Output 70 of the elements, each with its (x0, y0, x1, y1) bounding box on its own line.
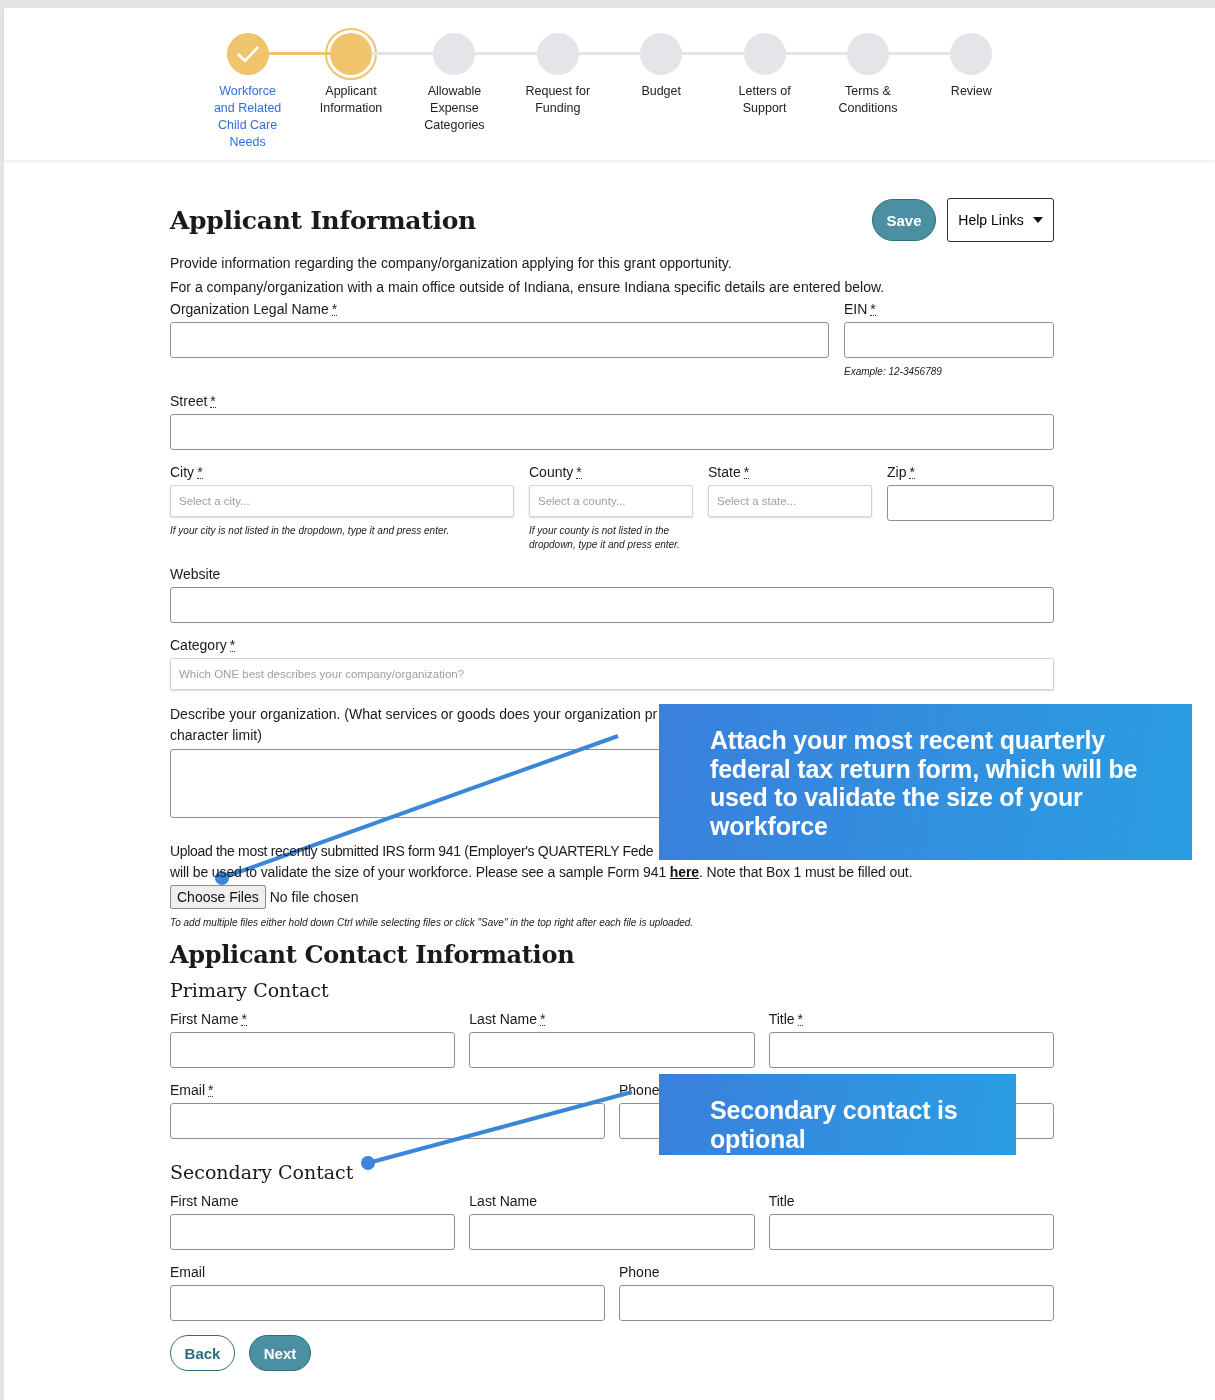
select-field[interactable]: Select a state... (708, 485, 872, 517)
input-field[interactable] (170, 1103, 605, 1139)
step-label[interactable]: Workforce and Related Child Care Needs (208, 83, 287, 151)
field-label: State * (708, 464, 750, 480)
caret-icon (1032, 217, 1043, 223)
input-field[interactable] (170, 414, 1054, 450)
field-label: Category * (170, 637, 236, 653)
step-label: Allowable Expense Categories (423, 83, 486, 134)
field-label: character limit) (170, 725, 262, 745)
annotation-tooltip: Secondary contact is optional (659, 1074, 1016, 1155)
save-button[interactable]: Save (872, 199, 936, 241)
select-field[interactable]: Which ONE best describes your company/organization? (170, 658, 1054, 690)
field-label: Title (768, 1193, 795, 1209)
field-label: County * (529, 464, 582, 480)
input-field[interactable] (170, 322, 829, 358)
field-label: Last Name (469, 1193, 538, 1209)
field-label: Phone (619, 1082, 660, 1098)
step-label: Letters of Support (737, 83, 792, 117)
input-field[interactable] (768, 1032, 1054, 1068)
intro-text: For a company/organization with a main office outside of Indiana, ensure Indiana specific details are entered below. (170, 278, 886, 297)
upload-instructions: . Note that Box 1 must be filled out. (698, 864, 913, 880)
field-label: Phone (619, 1264, 660, 1280)
field-hint: Example: 12-3456789 (844, 365, 943, 379)
step-label: Review (949, 83, 993, 100)
input-field[interactable] (170, 1032, 456, 1068)
field-hint: If your county is not listed in the dropdown, type it and press enter. (529, 524, 681, 552)
step-label: Terms & Conditions (837, 83, 899, 117)
field-label: Last Name * (469, 1011, 546, 1027)
input-field[interactable] (619, 1285, 1054, 1321)
field-label: First Name (170, 1193, 239, 1209)
page-title: Applicant Information (170, 205, 476, 235)
input-field[interactable] (469, 1214, 755, 1250)
select-field[interactable]: Select a county... (529, 485, 693, 517)
choose-files-button[interactable]: Choose Files (170, 885, 266, 909)
upload-note: To add multiple files either hold down Ctrl while selecting files or click "Save" in the top right after each file is uploaded. (170, 917, 695, 928)
input-field[interactable] (170, 1285, 605, 1321)
sample-form-link[interactable]: here (669, 864, 699, 880)
input-field[interactable] (887, 485, 1054, 521)
step-label: Budget (640, 83, 682, 100)
field-label: Describe your organization. (What services or goods does your organization pr (170, 705, 658, 724)
check-icon (235, 45, 260, 63)
next-button[interactable]: Next (249, 1335, 311, 1371)
field-label: Title * (768, 1011, 804, 1027)
back-button[interactable]: Back (170, 1335, 235, 1371)
input-field[interactable] (170, 1214, 456, 1250)
field-label: City * (170, 464, 203, 480)
subsection-heading: Secondary Contact (170, 1161, 355, 1183)
field-label: Website (170, 566, 221, 582)
field-label: First Name * (170, 1011, 247, 1027)
input-field[interactable] (768, 1214, 1054, 1250)
input-field[interactable] (469, 1032, 755, 1068)
step-label: Applicant Information (318, 83, 384, 117)
input-field[interactable] (844, 322, 1054, 358)
field-label: EIN * (844, 301, 876, 317)
subsection-heading: Primary Contact (170, 979, 330, 1001)
input-field[interactable] (170, 587, 1054, 623)
help-links-dropdown[interactable]: Help Links (947, 198, 1054, 242)
file-status: No file chosen (269, 889, 359, 905)
field-label: Email (170, 1264, 205, 1280)
field-label: Email * (170, 1082, 214, 1098)
step-label: Request for Funding (524, 83, 592, 117)
field-label: Organization Legal Name * (170, 301, 338, 317)
upload-instructions: will be used to validate the size of your workforce. Please see a sample Form 941 (170, 864, 668, 880)
field-hint: If your city is not listed in the dropdown, type it and press enter. (170, 524, 451, 538)
section-heading: Applicant Contact Information (170, 940, 576, 969)
field-label: Street * (170, 393, 216, 409)
annotation-tooltip: Attach your most recent quarterly federal tax return form, which will be used to validate the size of your workforce (659, 704, 1192, 860)
select-field[interactable]: Select a city... (170, 485, 514, 517)
intro-text: Provide information regarding the company/organization applying for this grant opportunity. (170, 254, 733, 273)
field-label: Zip * (887, 464, 915, 480)
